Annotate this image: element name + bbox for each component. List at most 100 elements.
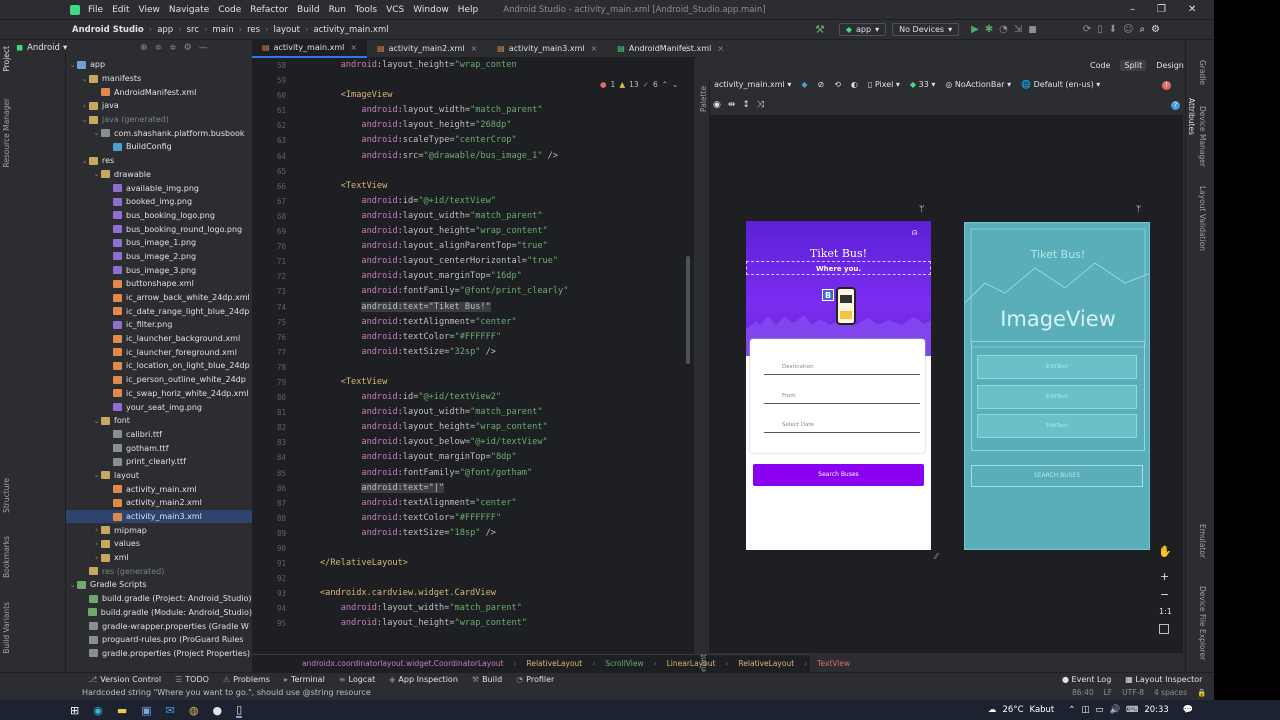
code-line[interactable]: android:layout_width="match_parent" [300, 601, 694, 616]
code-line[interactable]: </RelativeLayout> [300, 556, 694, 571]
sdk-icon[interactable]: ⬇ [1109, 24, 1117, 35]
error-badge-icon[interactable]: ! [1162, 81, 1171, 90]
chevron-up-icon[interactable]: ⌃ [662, 80, 668, 89]
code-line[interactable]: android:textAlignment="center" [300, 496, 694, 511]
lock-icon[interactable]: 🔒 [1197, 688, 1206, 697]
collapsed-arrow-icon[interactable]: › [92, 540, 101, 548]
design-view-button[interactable]: Design [1156, 61, 1184, 70]
blueprint-edittext-2[interactable]: EditText [977, 385, 1137, 409]
editor-tab-3[interactable]: ▤ AndroidManifest.xml × [607, 40, 734, 58]
bottom-tool-app-inspection[interactable]: ◈ App Inspection [389, 675, 458, 684]
nav-crumb-5[interactable]: layout [273, 25, 300, 35]
hammer-icon[interactable]: ⚒ [815, 23, 825, 36]
menu-item-file[interactable]: File [88, 5, 103, 15]
nav-crumb-1[interactable]: app [157, 25, 173, 35]
code-line[interactable]: android:layout_height="wrap_conten [300, 58, 694, 73]
project-tree-item[interactable]: res (generated) [66, 564, 252, 578]
code-line[interactable]: android:textColor="#FFFFFF" [300, 330, 694, 345]
zoom-in-button[interactable]: + [1160, 570, 1169, 583]
attach-icon[interactable]: ⇲ [1014, 24, 1022, 35]
palette-tab[interactable]: Palette [699, 86, 708, 112]
weather-temp[interactable]: 26°C [1003, 705, 1024, 715]
code-line[interactable]: android:text="|" [300, 481, 694, 496]
code-line[interactable]: android:layout_width="match_parent" [300, 209, 694, 224]
project-tree-item[interactable]: BuildConfig [66, 140, 252, 154]
settings-icon[interactable]: ⚙ [1151, 24, 1160, 35]
project-tree-item[interactable]: gradle-wrapper.properties (Gradle W [66, 619, 252, 633]
project-tree-item[interactable]: ic_swap_horiz_white_24dp.xml [66, 387, 252, 401]
run-config-dropdown[interactable]: ◆ app ▾ [838, 23, 887, 36]
menu-item-vcs[interactable]: VCS [386, 5, 404, 15]
project-tree-item[interactable]: bus_image_3.png [66, 263, 252, 277]
tool-tab-bookmarks[interactable]: Bookmarks [2, 536, 11, 578]
zoom-out-button[interactable]: − [1160, 588, 1169, 601]
attributes-tab[interactable]: Attributes [1187, 98, 1196, 135]
search-buses-button[interactable]: Search Buses [753, 464, 924, 486]
code-line[interactable]: android:layout_width="match_parent" [300, 103, 694, 118]
notifications-icon[interactable]: 💬 [1183, 705, 1194, 715]
network-icon[interactable]: ◫ [1081, 705, 1089, 715]
night-mode-icon[interactable]: ◐ [851, 80, 858, 89]
xml-path-1[interactable]: RelativeLayout [526, 659, 582, 668]
menu-item-tools[interactable]: Tools [355, 5, 377, 15]
project-tree-item[interactable]: activity_main.xml [66, 482, 252, 496]
expand-all-icon[interactable]: ≑ [155, 43, 163, 53]
battery-icon[interactable]: ▭ [1095, 705, 1103, 715]
project-tree-item[interactable]: ⌄ layout [66, 469, 252, 483]
project-tree-item[interactable]: ⌄ font [66, 414, 252, 428]
chrome-icon[interactable]: ◍ [189, 704, 199, 717]
code-line[interactable]: <androidx.cardview.widget.CardView [300, 586, 694, 601]
weather-condition[interactable]: Kabut [1030, 705, 1055, 715]
project-tree-item[interactable]: bus_booking_logo.png [66, 209, 252, 223]
nav-crumb-2[interactable]: src [187, 25, 199, 35]
orientation-icon[interactable]: ⟲ [834, 80, 841, 89]
project-tree-item[interactable]: gradle.properties (Project Properties) [66, 647, 252, 661]
event-log-tab[interactable]: ● Event Log [1062, 675, 1111, 684]
project-tree-item[interactable]: ⌄ Gradle Scripts [66, 578, 252, 592]
hide-icon[interactable]: — [199, 43, 208, 53]
code-line[interactable]: android:textSize="18sp" /> [300, 526, 694, 541]
project-tree-item[interactable]: ic_arrow_back_white_24dp.xml [66, 291, 252, 305]
code-line[interactable]: android:textAlignment="center" [300, 315, 694, 330]
menu-item-window[interactable]: Window [413, 5, 449, 15]
mail-icon[interactable]: ✉ [166, 704, 175, 717]
menu-item-refactor[interactable]: Refactor [250, 5, 288, 15]
nav-crumb-6[interactable]: activity_main.xml [313, 25, 388, 35]
bottom-tool-version-control[interactable]: ⎇ Version Control [88, 675, 161, 684]
project-tree-item[interactable]: bus_booking_round_logo.png [66, 222, 252, 236]
collapsed-arrow-icon[interactable]: › [92, 526, 101, 534]
resize-handle-icon[interactable]: ⁄⁄ [935, 552, 938, 561]
project-tree-item[interactable]: ic_location_on_light_blue_24dp [66, 359, 252, 373]
code-line[interactable] [300, 541, 694, 556]
project-tree-item[interactable]: ⌄ com.shashank.platform.busbook [66, 126, 252, 140]
project-tree-item[interactable]: gotham.ttf [66, 441, 252, 455]
tool-tab-structure[interactable]: Structure [2, 478, 11, 513]
store-icon[interactable]: ▣ [141, 704, 151, 717]
volume-icon[interactable]: 🔊 [1109, 705, 1120, 715]
clock[interactable]: 20:33 [1144, 705, 1169, 715]
project-tree-item[interactable]: build.gradle (Project: Android_Studio) [66, 592, 252, 606]
code-line[interactable]: android:textColor="#FFFFFF" [300, 511, 694, 526]
project-tree-item[interactable]: activity_main2.xml [66, 496, 252, 510]
project-tree-item[interactable]: calibri.ttf [66, 428, 252, 442]
code-line[interactable]: android:fontFamily="@font/print_clearly" [300, 284, 694, 299]
collapsed-arrow-icon[interactable]: › [80, 102, 89, 110]
zoom-fit-icon[interactable] [1159, 624, 1169, 634]
expanded-arrow-icon[interactable]: ⌄ [68, 581, 77, 589]
theme-dropdown[interactable]: ◎ NoActionBar ▾ [945, 80, 1011, 89]
close-tab-icon[interactable]: × [470, 44, 477, 53]
debug-icon[interactable]: ✱ [985, 24, 993, 35]
tray-chevron-icon[interactable]: ⌃ [1068, 705, 1075, 715]
project-tree-item[interactable]: › values [66, 537, 252, 551]
device-dropdown[interactable]: No Devices ▾ [892, 23, 960, 36]
edge-icon[interactable]: ◉ [93, 704, 103, 717]
code-line[interactable]: <ImageView [300, 88, 694, 103]
project-tree-item[interactable]: build.gradle (Module: Android_Studio) [66, 606, 252, 620]
project-tree-item[interactable]: ic_person_outline_white_24dp [66, 373, 252, 387]
file-explorer-icon[interactable]: ▬ [117, 704, 127, 717]
code-line[interactable]: android:textSize="32sp" /> [300, 345, 694, 360]
project-tree-item[interactable]: ⌄ app [66, 58, 252, 72]
collapsed-arrow-icon[interactable]: › [92, 554, 101, 562]
code-line[interactable] [300, 360, 694, 375]
blueprint-button[interactable]: SEARCH BUSES [971, 465, 1143, 487]
